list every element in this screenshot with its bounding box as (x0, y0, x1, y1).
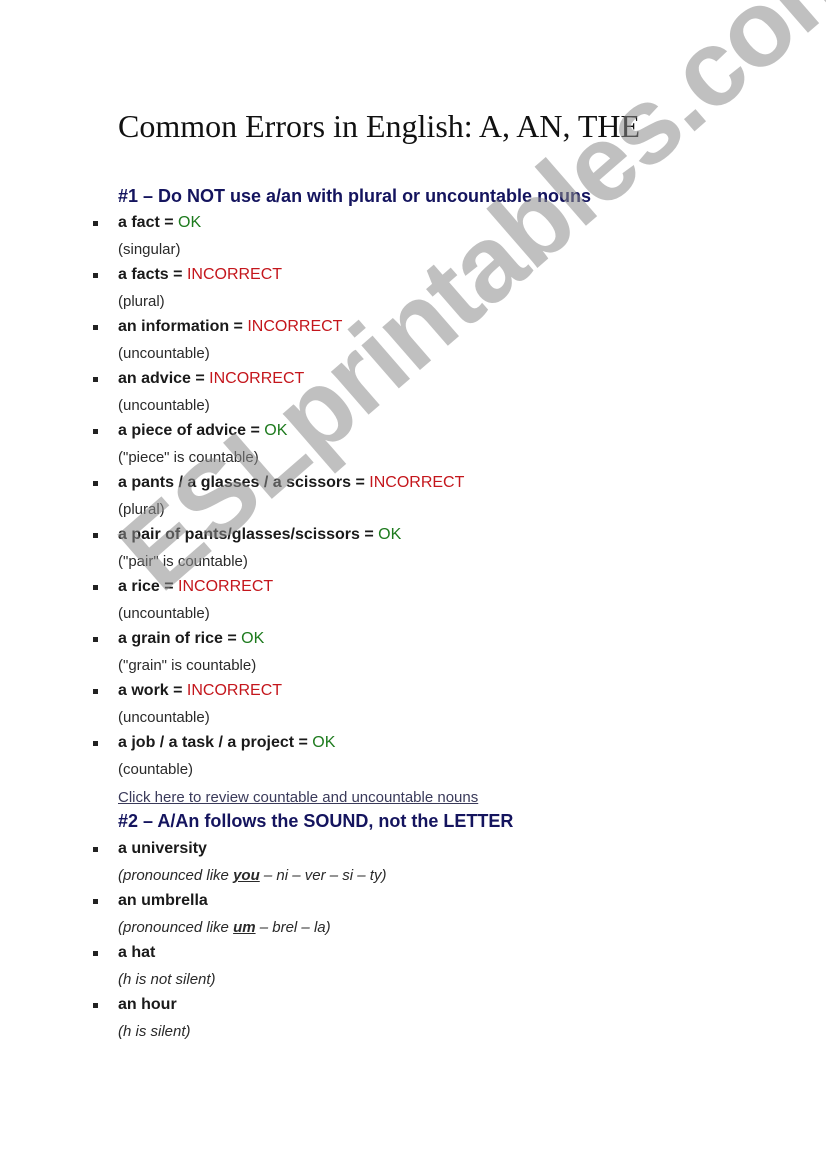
list-item-term: a work = INCORRECT (118, 680, 282, 702)
list-item-term: a hat (118, 944, 156, 961)
section-2-heading: #2 – A/An follows the SOUND, not the LET… (118, 811, 514, 831)
bullet-icon (93, 899, 98, 904)
worksheet-page: Common Errors in English: A, AN, THE #1 … (0, 0, 826, 1169)
list-item-note: ("piece" is countable) (118, 449, 259, 466)
note-text: (pronounced like (118, 867, 234, 884)
list-item-note: (uncountable) (118, 397, 210, 414)
list-item-term: a grain of rice = OK (118, 628, 264, 650)
list-item-note: ("pair" is countable) (118, 553, 248, 570)
list-item-term: a facts = INCORRECT (118, 264, 282, 286)
bullet-icon (93, 533, 98, 538)
bullet-icon (93, 689, 98, 694)
emphasized-sound: um (233, 919, 256, 936)
pronunciation-note: (pronounced like you – ni – ver – si – t… (118, 865, 386, 887)
term-text: a job / a task / a project = (118, 734, 313, 751)
bullet-icon (93, 377, 98, 382)
term-text: a pants / a glasses / a scissors = (118, 474, 370, 491)
note-text: (h is not silent) (118, 971, 216, 988)
list-item-note: (uncountable) (118, 709, 210, 726)
countable-nouns-link[interactable]: Click here to review countable and uncou… (118, 787, 478, 809)
term-text: a piece of advice = (118, 422, 265, 439)
list-item-term: a fact = OK (118, 212, 201, 234)
list-item-term: a university (118, 840, 207, 857)
verdict-ok-label: OK (241, 630, 265, 647)
term-text: a grain of rice = (118, 630, 242, 647)
bullet-icon (93, 221, 98, 226)
list-item-note: (plural) (118, 501, 165, 518)
term-text: an advice = (118, 370, 210, 387)
bullet-icon (93, 951, 98, 956)
list-item-note: ("grain" is countable) (118, 657, 257, 674)
section-1-heading: #1 – Do NOT use a/an with plural or unco… (118, 186, 592, 206)
list-item-term: an information = INCORRECT (118, 316, 342, 338)
list-item-term: an hour (118, 996, 177, 1013)
term-text: a pair of pants/glasses/scissors = (118, 526, 379, 543)
list-item-note: (singular) (118, 241, 181, 258)
note-text: – brel – la) (255, 919, 331, 936)
bullet-icon (93, 585, 98, 590)
term-text: a work = (118, 682, 187, 699)
bullet-icon (93, 273, 98, 278)
pronunciation-note: (h is silent) (118, 1021, 191, 1043)
list-item-term: a piece of advice = OK (118, 420, 287, 442)
list-item-note: (plural) (118, 293, 165, 310)
verdict-ok-label: OK (312, 734, 336, 751)
note-text: (h is silent) (118, 1023, 191, 1040)
bullet-icon (93, 847, 98, 852)
bullet-icon (93, 325, 98, 330)
term-text: a facts = (118, 266, 187, 283)
bullet-icon (93, 481, 98, 486)
verdict-incorrect-label: INCORRECT (178, 578, 274, 595)
list-item-term: an umbrella (118, 892, 208, 909)
list-item-term: a pants / a glasses / a scissors = INCOR… (118, 472, 464, 494)
bullet-icon (93, 1003, 98, 1008)
bullet-icon (93, 429, 98, 434)
list-item-note: (uncountable) (118, 345, 210, 362)
document-title: Common Errors in English: A, AN, THE (118, 108, 641, 144)
term-text: a fact = (118, 214, 179, 231)
list-item-note: (countable) (118, 761, 194, 778)
pronunciation-note: (h is not silent) (118, 969, 216, 991)
verdict-ok-label: OK (178, 214, 202, 231)
verdict-incorrect-label: INCORRECT (186, 682, 283, 699)
watermark: ESLprintables.com (96, 0, 826, 613)
list-item-term: a pair of pants/glasses/scissors = OK (118, 524, 401, 546)
list-item-term: an advice = INCORRECT (118, 368, 304, 390)
note-text: – ni – ver – si – ty) (259, 867, 387, 884)
list-item-term: a job / a task / a project = OK (118, 732, 335, 754)
note-text: (pronounced like (118, 919, 234, 936)
pronunciation-note: (pronounced like um – brel – la) (118, 917, 331, 939)
verdict-incorrect-label: INCORRECT (369, 474, 465, 491)
list-item-note: (uncountable) (118, 605, 210, 622)
term-text: an information = (118, 318, 248, 335)
verdict-ok-label: OK (264, 422, 288, 439)
verdict-ok-label: OK (378, 526, 402, 543)
emphasized-sound: you (233, 867, 260, 884)
list-item-term: a rice = INCORRECT (118, 576, 273, 598)
term-text: a rice = (118, 578, 179, 595)
verdict-incorrect-label: INCORRECT (186, 266, 283, 283)
bullet-icon (93, 741, 98, 746)
verdict-incorrect-label: INCORRECT (209, 370, 305, 387)
verdict-incorrect-label: INCORRECT (247, 318, 343, 335)
bullet-icon (93, 637, 98, 642)
